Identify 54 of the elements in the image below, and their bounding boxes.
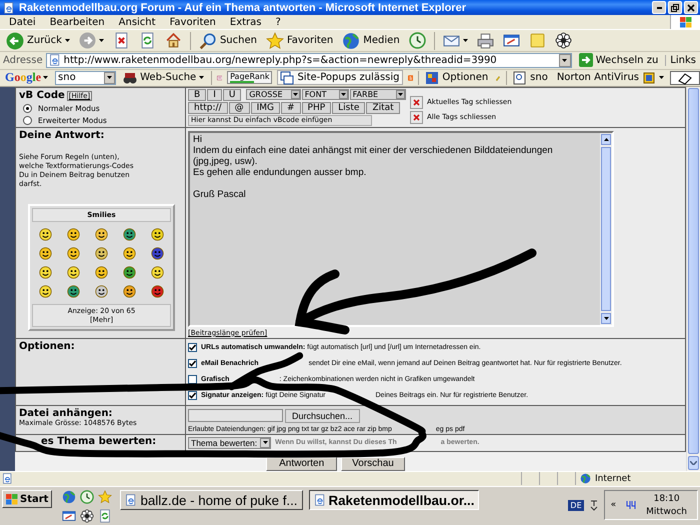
web-search-button[interactable]: Web-Suche [121, 70, 206, 86]
menu-item[interactable]: Favoriten [162, 16, 223, 28]
toolbar-button[interactable]: Suchen [196, 30, 260, 51]
browse-button[interactable]: Durchsuchen... [285, 408, 360, 423]
clock-time: 18:10 [654, 494, 680, 504]
tag-button[interactable]: Liste [332, 102, 366, 114]
taskbar-button[interactable]: ballz.de - home of puke f... [120, 490, 303, 510]
tag-button[interactable]: @ [228, 102, 250, 114]
window-title: Raketenmodellbau.org Forum - Auf ein Thema antworten - Microsoft Internet Explorer [19, 2, 467, 14]
pagerank-meter: PageRank [227, 71, 272, 84]
antivirus-button[interactable]: Norton AntiVirus [554, 70, 666, 86]
tag-button[interactable]: IMG [250, 102, 280, 114]
tag-button[interactable]: PHP [302, 102, 332, 114]
menu-item[interactable]: Datei [2, 16, 43, 28]
address-label: Adresse [3, 54, 43, 66]
menu-item[interactable]: Bearbeiten [42, 16, 112, 28]
format-button[interactable]: B [188, 88, 206, 101]
section-title: Optionen: [19, 340, 76, 352]
search-term-button[interactable]: sno [511, 70, 550, 86]
toolbar-button[interactable]: Favoriten [262, 30, 336, 51]
section-title: Datei anhängen: [19, 408, 114, 419]
zone-label: Internet [595, 474, 631, 484]
go-button[interactable]: Wechseln zu [574, 53, 662, 68]
tag-button[interactable]: http:// [188, 102, 228, 114]
popup-blocker-button[interactable]: Site-Popups zulässig [277, 70, 403, 86]
address-field[interactable]: http://www.raketenmodellbau.org/newreply.php?s=&action=newreply&threadid=3990 [46, 52, 572, 68]
format-button[interactable]: U [222, 88, 242, 101]
menu-item[interactable]: ? [268, 16, 288, 28]
section-title: Deine Antwort: [19, 130, 106, 141]
form-button[interactable]: Vorschau [341, 456, 405, 471]
tag-button[interactable]: # [280, 102, 301, 114]
toolbar-button[interactable]: Medien [339, 30, 403, 51]
format-dropdown[interactable]: FARBE [350, 89, 406, 100]
menu-item[interactable]: Extras [222, 16, 268, 28]
form-button[interactable]: Antworten [266, 456, 338, 471]
start-button[interactable]: Start [2, 490, 52, 508]
google-search-field[interactable]: sno [55, 70, 116, 85]
taskbar-button[interactable]: Raketenmodellbau.or... [308, 490, 480, 510]
message-field[interactable]: Hi Indem du einfach eine datei anhängst mit einer der verschiedenen Bilddateiendungen (jpg,jpeg, usw). Es gehen alle endundungen ausser bmp. Gruß Pascal [188, 130, 614, 327]
show-hidden-icons-button[interactable]: « [610, 500, 616, 510]
rating-dropdown[interactable]: Thema bewerten: [188, 436, 272, 449]
language-indicator[interactable]: DE [568, 500, 584, 511]
links-button[interactable]: Links [665, 54, 700, 66]
format-dropdown[interactable]: GROSSE [246, 89, 301, 100]
section-title: es Thema bewerten: [41, 436, 156, 447]
format-dropdown[interactable]: FONT [302, 89, 349, 100]
tag-button[interactable]: Zitat [366, 102, 400, 114]
section-title: vB Code [19, 90, 65, 101]
options-button[interactable]: Optionen [423, 70, 490, 86]
clock-day: Mittwoch [646, 506, 687, 517]
format-button[interactable]: I [207, 88, 222, 101]
menu-item[interactable]: Ansicht [112, 16, 163, 28]
google-menu-button[interactable]: Google [3, 70, 50, 86]
toolbar-button[interactable]: Zurück [3, 30, 73, 51]
